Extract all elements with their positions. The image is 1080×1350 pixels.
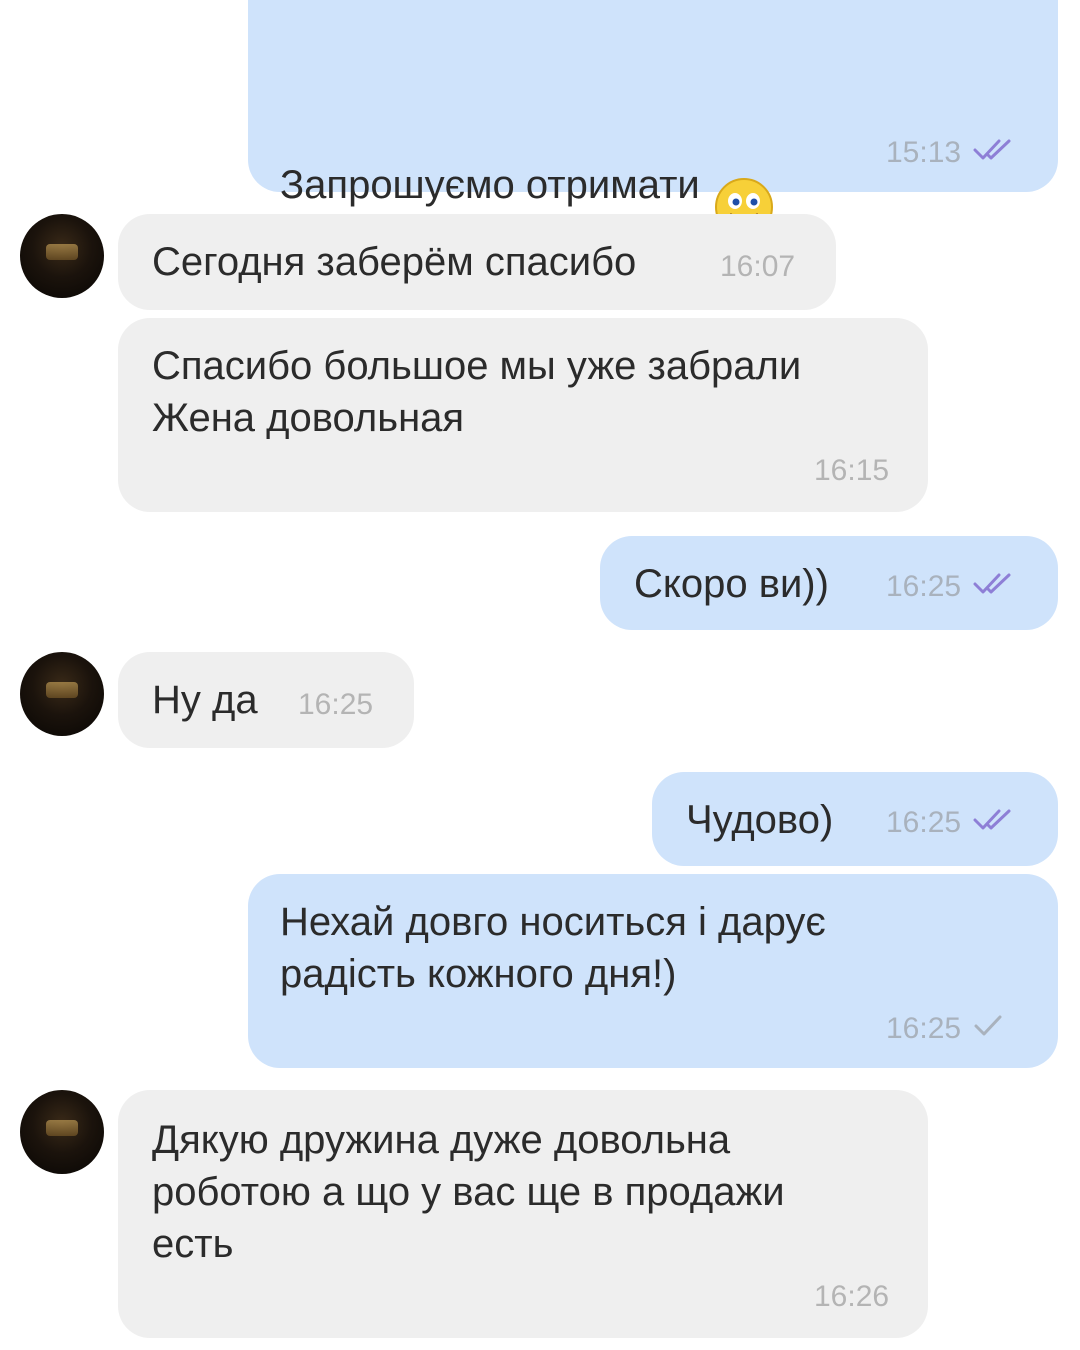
message-text: Скоро ви)) (634, 562, 829, 606)
message-time: 16:25 (298, 688, 374, 721)
message-text: Нехай довго носиться і дарує радість кож… (280, 900, 826, 996)
outgoing-message[interactable]: Скоро ви)) 16:25 (600, 536, 1058, 630)
message-text: Сегодня заберём спасибо (152, 240, 637, 284)
message-time: 16:25 (886, 1012, 962, 1045)
message-text: Спасибо большое мы уже забрали Жена дово… (152, 344, 802, 440)
message-text: Запрошуємо отримати (280, 163, 700, 208)
double-check-icon (973, 808, 1015, 838)
incoming-message[interactable]: Дякую дружина дуже довольна роботою а що… (118, 1090, 928, 1338)
avatar[interactable] (20, 1090, 104, 1174)
single-check-icon (973, 1014, 1003, 1044)
double-check-icon (973, 138, 1015, 168)
incoming-message[interactable]: Ну да 16:25 (118, 652, 414, 748)
message-time: 16:15 (814, 454, 890, 487)
message-time: 16:26 (814, 1280, 890, 1313)
chat-thread: Запрошуємо отримати 15:13 Сегодня заберё… (0, 0, 1080, 1350)
message-time: 16:25 (886, 806, 962, 839)
message-time: 16:07 (720, 250, 796, 283)
incoming-message[interactable]: Сегодня заберём спасибо 16:07 (118, 214, 836, 310)
incoming-message[interactable]: Спасибо большое мы уже забрали Жена дово… (118, 318, 928, 512)
message-text: Дякую дружина дуже довольна роботою а що… (152, 1118, 785, 1266)
message-time: 16:25 (886, 570, 962, 603)
message-text: Ну да (152, 678, 258, 722)
double-check-icon (973, 572, 1015, 602)
message-time: 15:13 (886, 136, 962, 169)
message-text: Чудово) (686, 798, 834, 842)
avatar[interactable] (20, 214, 104, 298)
outgoing-message[interactable]: Нехай довго носиться і дарує радість кож… (248, 874, 1058, 1068)
avatar[interactable] (20, 652, 104, 736)
outgoing-message[interactable]: Чудово) 16:25 (652, 772, 1058, 866)
outgoing-message[interactable]: Запрошуємо отримати 15:13 (248, 0, 1058, 236)
